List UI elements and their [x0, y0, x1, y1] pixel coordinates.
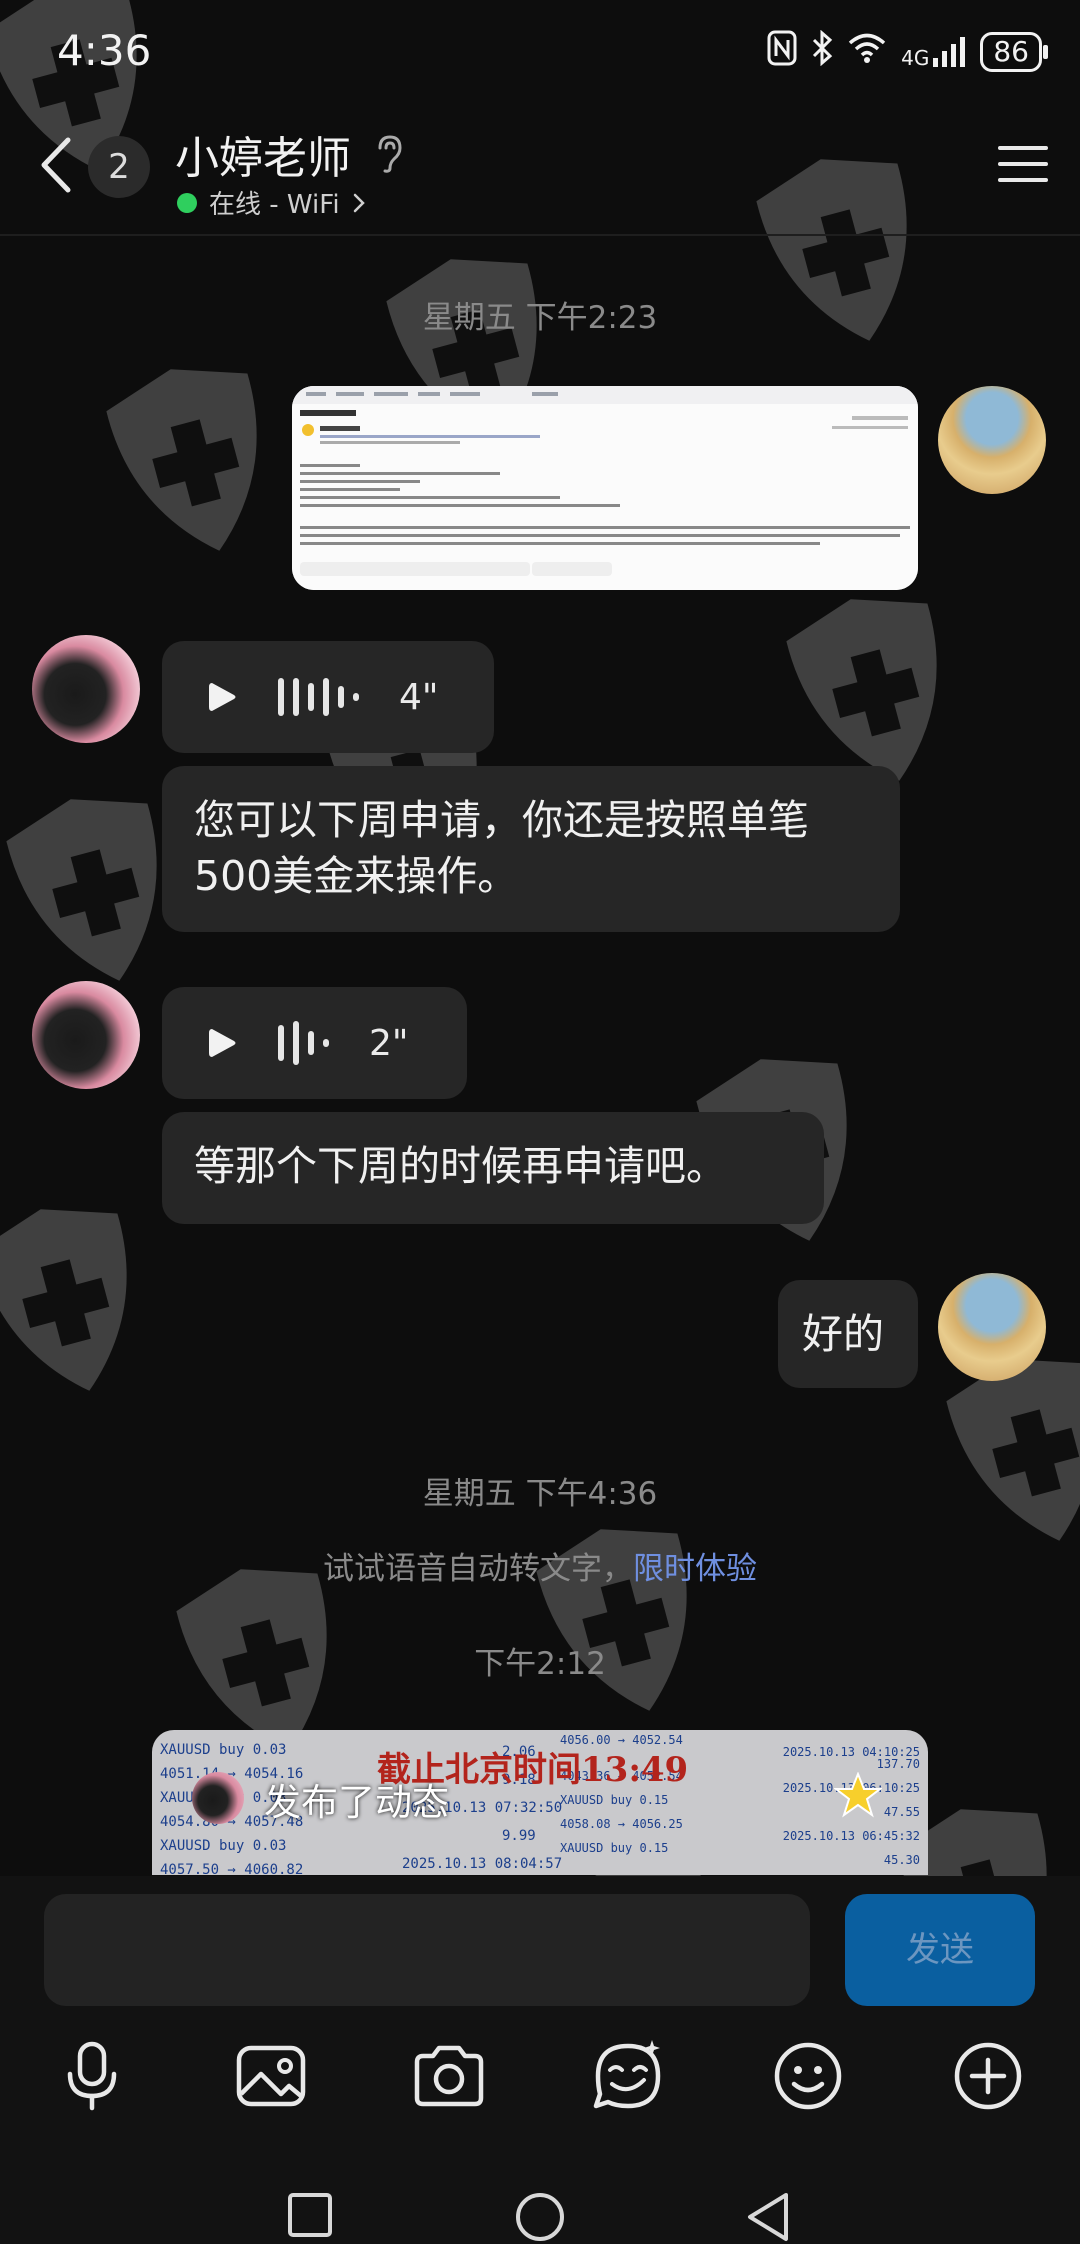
shield-watermark-icon: [536, 1529, 687, 1711]
contact-avatar[interactable]: [32, 635, 140, 743]
cellular-icon: 4G: [901, 36, 966, 68]
home-button[interactable]: [514, 2191, 566, 2244]
back-nav-button[interactable]: [744, 2191, 792, 2244]
poster-avatar: [192, 1772, 244, 1824]
unread-badge: 2: [88, 136, 150, 198]
my-avatar[interactable]: [938, 1273, 1046, 1381]
trade-row: XAUUSD buy 0.03: [160, 1742, 287, 1758]
message-input[interactable]: [44, 1894, 810, 2006]
my-avatar[interactable]: [938, 386, 1046, 494]
bluetooth-icon: [811, 29, 833, 74]
trial-link[interactable]: 限时体验: [633, 1551, 757, 1587]
play-icon: [209, 1029, 236, 1057]
shield-watermark-icon: [0, 1209, 127, 1391]
moment-share-card[interactable]: XAUUSD buy 0.03 4051.14 → 4054.16 XAUUSD…: [152, 1730, 928, 1875]
back-button[interactable]: [30, 130, 90, 200]
voice-message[interactable]: 2": [162, 987, 467, 1099]
ai-sticker-icon[interactable]: [588, 2036, 668, 2116]
composer-bar: 发送: [0, 1876, 1080, 2244]
plus-icon[interactable]: [948, 2036, 1028, 2116]
play-icon: [209, 683, 236, 711]
waveform-icon: [278, 1021, 329, 1065]
battery-indicator: 86: [980, 32, 1048, 72]
chat-header: 2 小婷老师 在线 - WiFi: [0, 100, 1080, 236]
voice-message[interactable]: 4": [162, 641, 494, 753]
timestamp: 星期五 下午2:23: [422, 300, 658, 336]
trade-row: 4057.50 → 4060.82: [160, 1862, 304, 1875]
timestamp: 星期五 下午4:36: [422, 1476, 658, 1512]
received-text-message[interactable]: 您可以下周申请，你还是按照单笔500美金来操作。: [162, 766, 900, 932]
recents-button[interactable]: [286, 2191, 334, 2243]
image-message[interactable]: [292, 386, 918, 590]
network-type: 4G: [901, 46, 930, 70]
wifi-icon: [847, 32, 887, 72]
received-text-message[interactable]: 等那个下周的时候再申请吧。: [162, 1112, 824, 1224]
emoji-icon[interactable]: [768, 2036, 848, 2116]
microphone-icon[interactable]: [52, 2036, 132, 2116]
trade-row: XAUUSD buy 0.15: [560, 1841, 669, 1855]
voice-duration: 2": [369, 1022, 409, 1064]
presence-status[interactable]: 在线 - WiFi: [177, 184, 366, 221]
trade-row: 9.99: [502, 1828, 536, 1844]
star-icon: [833, 1771, 883, 1822]
shield-watermark-icon: [106, 369, 257, 551]
status-bar: 4:36 4G 86: [0, 0, 1080, 100]
chevron-right-icon: [353, 193, 365, 212]
card-caption: 发布了动态: [264, 1781, 449, 1824]
status-time: 4:36: [57, 26, 152, 75]
trade-row: XAUUSD buy 0.03: [160, 1838, 287, 1854]
voice-duration: 4": [399, 676, 439, 718]
contact-avatar[interactable]: [32, 981, 140, 1089]
tip-text: 试试语音自动转文字，: [323, 1551, 633, 1587]
camera-icon[interactable]: [409, 2036, 489, 2116]
waveform-icon: [278, 678, 359, 716]
online-dot-icon: [177, 192, 197, 213]
earpiece-icon: [374, 134, 404, 178]
image-icon[interactable]: [231, 2036, 311, 2116]
nfc-icon: [767, 30, 797, 74]
send-button[interactable]: 发送: [845, 1894, 1035, 2006]
menu-button[interactable]: [998, 144, 1048, 188]
trade-row: 2025.10.13 08:04:57: [402, 1856, 563, 1872]
sent-text-message[interactable]: 好的: [778, 1280, 918, 1388]
presence-text: 在线 - WiFi: [209, 190, 340, 220]
trade-row: 45.30: [883, 1853, 920, 1867]
timestamp: 下午2:12: [474, 1646, 606, 1682]
voice-to-text-tip: 试试语音自动转文字，限时体验: [0, 1543, 1080, 1588]
status-icons: 4G 86: [767, 29, 1048, 74]
contact-name[interactable]: 小婷老师: [175, 122, 351, 186]
